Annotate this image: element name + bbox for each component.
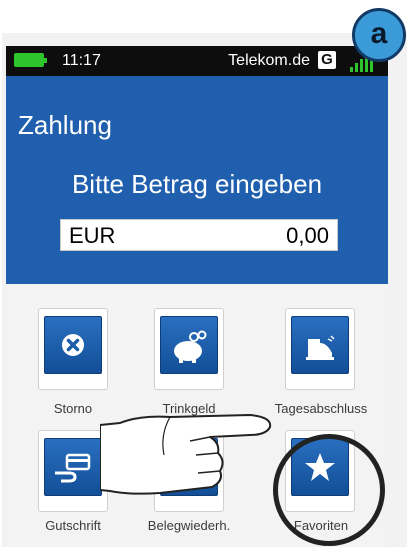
- piggy-bank-icon: [160, 316, 218, 374]
- favoriten-highlight-ring: [273, 434, 385, 546]
- carrier-name: Telekom.de: [228, 52, 310, 69]
- card-refund-icon: [44, 438, 102, 496]
- amount-prompt: Bitte Betrag eingeben: [71, 169, 323, 199]
- storno-button[interactable]: [38, 308, 108, 390]
- currency-label: EUR: [69, 223, 116, 248]
- pointing-hand-illustration: [100, 414, 272, 495]
- gutschrift-button[interactable]: [38, 430, 108, 512]
- cancel-icon: [44, 316, 102, 374]
- trinkgeld-button[interactable]: [154, 308, 224, 390]
- battery-icon: [14, 53, 47, 67]
- cash-register-icon: [291, 316, 349, 374]
- tile-label-gutschrift: Gutschrift: [45, 518, 101, 533]
- tagesabschluss-button[interactable]: [285, 308, 355, 390]
- status-time: 11:17: [62, 52, 101, 69]
- network-type-badge: G: [318, 51, 336, 69]
- tile-label-belegwiederh: Belegwiederh.: [147, 518, 231, 533]
- status-bar: 11:17 Telekom.de G: [6, 46, 388, 76]
- payment-header: Zahlung Bitte Betrag eingeben EUR 0,00: [6, 76, 388, 284]
- step-badge: a: [352, 8, 406, 62]
- page-title: Zahlung: [18, 110, 112, 140]
- amount-value: 0,00: [286, 223, 329, 248]
- amount-input[interactable]: EUR 0,00: [60, 219, 338, 251]
